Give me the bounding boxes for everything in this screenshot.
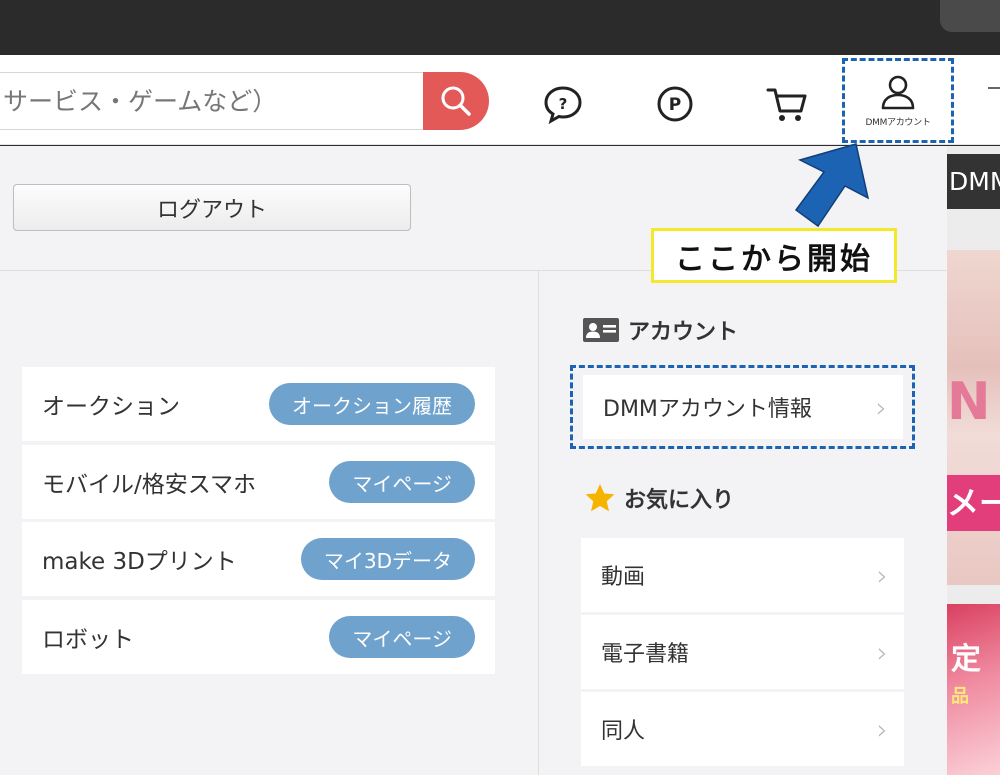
account-section-heading: アカウント [582,314,738,346]
favorite-label: 電子書籍 [601,642,690,667]
chevron-right-icon: › [876,558,888,592]
account-info-highlight: DMMアカウント情報 › [570,365,915,449]
account-button[interactable]: DMMアカウント [842,58,954,143]
background-banner-2: 定 品 [947,604,1000,775]
browser-tab[interactable] [940,0,1000,32]
column-divider [538,271,539,775]
favorite-label: 動画 [601,565,646,590]
search-input[interactable] [0,73,425,129]
search-button[interactable] [423,72,489,130]
chevron-right-icon: › [876,635,888,669]
user-icon [881,75,915,109]
favorite-item-ebooks[interactable]: 電子書籍 › [581,615,904,689]
browser-top-strip [0,0,1000,55]
account-info-label: DMMアカウント情報 [603,397,812,422]
mobile-mypage-button[interactable]: マイページ [329,461,475,503]
service-name: ロボット [42,627,134,653]
robot-mypage-button[interactable]: マイページ [329,616,475,658]
site-header: ? P DMMアカウント [0,55,1000,145]
cart-icon [766,88,807,121]
favorite-item-doujin[interactable]: 同人 › [581,692,904,766]
service-row-3dprint: make 3Dプリント マイ3Dデータ [22,522,495,596]
cart-button[interactable] [762,79,812,129]
service-row-robot: ロボット マイページ [22,600,495,674]
background-banner: N メー [947,250,1000,585]
question-bubble-icon: ? [544,86,582,125]
account-section-title: アカウント [628,320,739,345]
favorite-label: 同人 [601,719,646,744]
service-name: make 3Dプリント [42,549,237,575]
points-button[interactable]: P [650,79,700,129]
favorites-section-heading: お気に入り [584,482,734,514]
favorites-section-title: お気に入り [624,488,735,513]
banner2-line2: 品 [951,686,969,707]
banner-band: メー [947,475,1000,531]
pointer-arrow-icon [794,143,870,228]
point-icon: P [657,86,693,122]
background-page-strip: DMM N メー 定 品 [947,146,1000,775]
account-label: DMMアカウント [865,117,931,128]
banner-letter: N [947,372,991,432]
search-icon [441,86,471,116]
banner2-line1: 定 [951,642,981,677]
background-nav-label: DMM [947,154,1000,209]
start-here-callout: ここから開始 [651,228,897,283]
service-name: モバイル/格安スマホ [42,472,257,498]
service-row-mobile: モバイル/格安スマホ マイページ [22,445,495,519]
star-icon [585,484,615,512]
service-name: オークション [42,394,180,420]
chevron-right-icon: › [876,712,888,746]
favorite-item-video[interactable]: 動画 › [581,538,904,612]
help-button[interactable]: ? [538,79,588,129]
auction-history-button[interactable]: オークション履歴 [269,383,475,425]
logout-button[interactable]: ログアウト [13,184,411,231]
id-card-icon [583,318,619,342]
service-row-auction: オークション オークション履歴 [22,367,495,441]
header-edge-mark [988,87,1000,89]
chevron-right-icon: › [875,390,887,424]
search-box [0,72,425,130]
svg-text:P: P [669,95,681,115]
svg-text:?: ? [559,95,568,113]
my-3d-data-button[interactable]: マイ3Dデータ [300,538,475,580]
account-info-link[interactable]: DMMアカウント情報 › [583,375,903,439]
